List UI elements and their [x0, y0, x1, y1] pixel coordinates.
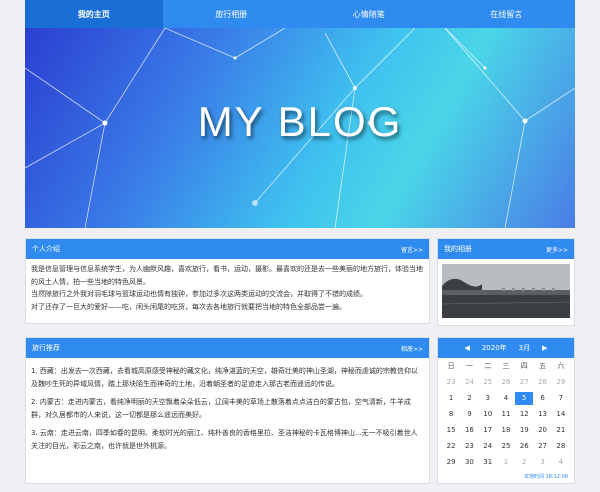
local-time: 本地时间 18:12:06 — [523, 474, 568, 480]
next-month-icon[interactable]: ▶ — [542, 344, 547, 352]
album-panel: 我的相册 更多>> — [437, 238, 575, 326]
intro-header: 个人介绍 留言>> — [26, 239, 429, 259]
nav-item-album[interactable]: 旅行相册 — [163, 0, 301, 28]
calendar-day[interactable]: 25 — [479, 376, 497, 389]
travel-recommend-panel: 旅行推荐 相册>> 1. 西藏：出发去一次西藏，去看城高原感受神秘的藏文化，纯净… — [25, 337, 430, 484]
calendar-day[interactable]: 26 — [515, 440, 533, 453]
calendar-day[interactable]: 31 — [479, 456, 497, 469]
hero-banner: MY BLOG — [25, 28, 575, 228]
calendar-panel: ◀ 2020年 3月 ▶ 日一二三四五六 23 24 25 26 27 28 29 1 2 3 4 5 6… — [437, 337, 575, 484]
calendar-day[interactable]: 28 — [552, 440, 570, 453]
calendar-day[interactable]: 29 — [552, 376, 570, 389]
nav-item-messages[interactable]: 在线留言 — [438, 0, 576, 28]
recommend-header: 旅行推荐 相册>> — [26, 338, 429, 358]
calendar-day[interactable]: 27 — [533, 440, 551, 453]
calendar-day[interactable]: 6 — [533, 392, 551, 405]
calendar-day[interactable]: 7 — [552, 392, 570, 405]
calendar-day[interactable]: 18 — [497, 424, 515, 437]
calendar-day[interactable]: 3 — [479, 392, 497, 405]
calendar-day[interactable]: 2 — [460, 392, 478, 405]
calendar-day[interactable]: 1 — [442, 392, 460, 405]
calendar-day[interactable]: 24 — [460, 376, 478, 389]
calendar-day[interactable]: 19 — [515, 424, 533, 437]
recommend-item: 1. 西藏：出发去一次西藏，去看城高原感受神秘的藏文化，纯净湛蓝的天空，雄奇壮美… — [31, 367, 418, 388]
calendar-day[interactable]: 25 — [497, 440, 515, 453]
calendar-day[interactable]: 29 — [442, 456, 460, 469]
calendar-year[interactable]: 2020年 — [482, 343, 507, 353]
recommend-text: 1. 西藏：出发去一次西藏，去看城高原感受神秘的藏文化，纯净湛蓝的天空，雄奇壮美… — [26, 358, 429, 456]
calendar-day[interactable]: 11 — [497, 408, 515, 421]
intro-title: 个人介绍 — [32, 245, 60, 253]
calendar-day[interactable]: 2 — [515, 456, 533, 469]
blog-title: MY BLOG — [197, 98, 403, 145]
calendar-day[interactable]: 23 — [460, 440, 478, 453]
album-title: 我的相册 — [444, 245, 472, 253]
calendar-grid: 日一二三四五六 23 24 25 26 27 28 29 1 2 3 4 5 6 7 8 9 10 11 12 13 14… — [438, 358, 574, 469]
recommend-item: 2. 内蒙古：走进内蒙古，看纯净明丽的天空飘着朵朵低云，辽阔丰美的草场上散落着点… — [31, 398, 411, 419]
nav-item-home[interactable]: 我的主页 — [25, 0, 163, 28]
calendar-month[interactable]: 3月 — [519, 343, 530, 353]
weekday-header: 二 — [484, 362, 492, 370]
intro-panel: 个人介绍 留言>> 我是信息管理与信息系统学生，为人幽默风趣，喜欢旅行，看书，运… — [25, 238, 430, 324]
intro-paragraph: 对了还存了一巨大的爱好——吃，闲头闲尾的吃货，每次去各地旅行就要把当地的特色全部… — [31, 302, 346, 311]
calendar-day[interactable]: 20 — [533, 424, 551, 437]
intro-text: 我是信息管理与信息系统学生，为人幽默风趣，喜欢旅行，看书，运动，摄影。最喜欢的还… — [26, 259, 429, 317]
calendar-day[interactable]: 4 — [552, 456, 570, 469]
intro-paragraph: 当然除旅行之外我对羽毛球与篮球运动也情有独钟，参加过多次这两类运动的交流会，并取… — [31, 290, 367, 298]
calendar-day[interactable]: 1 — [497, 456, 515, 469]
album-header: 我的相册 更多>> — [438, 239, 574, 259]
top-nav: 我的主页 旅行相册 心情随笔 在线留言 — [25, 0, 575, 28]
weekday-header: 一 — [465, 362, 473, 370]
weekday-header: 五 — [539, 362, 547, 370]
calendar-day[interactable]: 10 — [479, 408, 497, 421]
weekday-header: 日 — [447, 362, 455, 370]
calendar-day-today[interactable]: 5 — [515, 392, 534, 405]
prev-month-icon[interactable]: ◀ — [464, 344, 469, 352]
album-photo[interactable] — [442, 264, 570, 318]
calendar-day[interactable]: 27 — [515, 376, 533, 389]
calendar-day[interactable]: 21 — [552, 424, 570, 437]
nav-item-essays[interactable]: 心情随笔 — [300, 0, 438, 28]
lake-photo-illustration — [442, 264, 570, 318]
intro-paragraph: 我是信息管理与信息系统学生，为人幽默风趣，喜欢旅行，看书，运动，摄影。最喜欢的还… — [31, 265, 423, 286]
weekday-header: 四 — [520, 362, 528, 370]
weekday-header: 三 — [502, 362, 510, 370]
intro-more-link[interactable]: 留言>> — [401, 245, 423, 254]
calendar-day[interactable]: 28 — [533, 376, 551, 389]
calendar-day[interactable]: 22 — [442, 440, 460, 453]
calendar-day[interactable]: 26 — [497, 376, 515, 389]
calendar-day[interactable]: 16 — [460, 424, 478, 437]
calendar-day[interactable]: 23 — [442, 376, 460, 389]
calendar-day[interactable]: 24 — [479, 440, 497, 453]
calendar-day[interactable]: 4 — [497, 392, 515, 405]
calendar-day[interactable]: 30 — [460, 456, 478, 469]
calendar-day[interactable]: 15 — [442, 424, 460, 437]
calendar-day[interactable]: 3 — [533, 456, 551, 469]
calendar-day[interactable]: 9 — [460, 408, 478, 421]
calendar-header: ◀ 2020年 3月 ▶ — [438, 338, 574, 358]
album-more-link[interactable]: 更多>> — [546, 245, 568, 254]
calendar-day[interactable]: 14 — [552, 408, 570, 421]
recommend-item: 3. 云南：走进云南，四季如春的昆明、柔软时光的丽江、纯朴善良的香格里拉、圣洁神… — [31, 429, 418, 450]
recommend-title: 旅行推荐 — [32, 344, 60, 352]
weekday-header: 六 — [557, 362, 565, 370]
recommend-more-link[interactable]: 相册>> — [401, 344, 423, 353]
calendar-day[interactable]: 17 — [479, 424, 497, 437]
calendar-day[interactable]: 13 — [533, 408, 551, 421]
calendar-day[interactable]: 8 — [442, 408, 460, 421]
calendar-day[interactable]: 12 — [515, 408, 533, 421]
